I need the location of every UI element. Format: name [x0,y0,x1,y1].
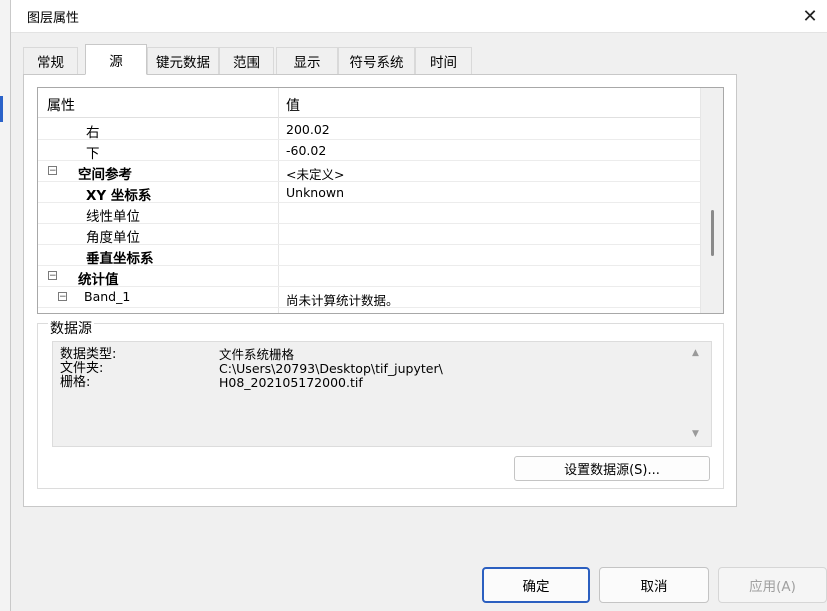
grid-header: 属性 值 [38,88,700,118]
datasource-value: 文件系统栅格 [219,347,295,362]
title-bar [11,0,827,32]
grid-row-statistics[interactable]: − 统计值 [38,266,700,288]
cancel-button[interactable]: 取消 [599,567,709,603]
property-name: 下 [86,146,100,162]
property-value: Unknown [286,185,345,200]
property-name: 垂直坐标系 [86,251,154,267]
scrollbar-thumb[interactable] [711,210,714,256]
tab-extent[interactable]: 范围 [219,47,274,74]
scroll-down-icon[interactable]: ▼ [692,429,699,439]
collapse-icon[interactable]: − [58,292,67,302]
property-name: 统计值 [78,272,119,288]
property-value: 200.02 [286,122,330,137]
property-name: XY 坐标系 [86,188,152,204]
property-name: 线性单位 [86,209,140,225]
grid-row-angular-unit[interactable]: 角度单位 [38,224,700,246]
grid-row-bottom[interactable]: 下 -60.02 [38,140,700,162]
header-value: 值 [286,98,300,114]
grid-scrollbar[interactable] [700,88,723,313]
datasource-value: C:\Users\20793\Desktop\tif_jupyter\ [219,361,443,376]
datasource-info-box[interactable]: 数据类型: 文件系统栅格 文件夹: C:\Users\20793\Desktop… [52,341,712,447]
tab-symbology[interactable]: 符号系统 [338,47,415,74]
grid-row-vertical-coordinate-system[interactable]: 垂直坐标系 [38,245,700,267]
tab-display[interactable]: 显示 [276,47,338,74]
close-button[interactable]: ✕ [795,2,825,30]
property-value: -60.02 [286,143,327,158]
set-datasource-button[interactable]: 设置数据源(S)... [514,456,710,481]
header-property: 属性 [47,98,75,114]
property-name: 角度单位 [86,230,140,246]
property-grid[interactable]: 属性 值 右 200.02 下 -60.02 − 空间参考 <未定义> XY 坐… [37,87,724,314]
tab-key-metadata[interactable]: 键元数据 [147,47,219,74]
datasource-value: H08_202105172000.tif [219,375,363,390]
tab-time[interactable]: 时间 [415,47,472,74]
collapse-icon[interactable]: − [48,166,57,176]
datasource-key: 文件夹: [60,361,104,376]
property-name: 空间参考 [78,167,132,183]
scroll-up-icon[interactable]: ▲ [692,348,699,358]
grid-row-spatial-reference[interactable]: − 空间参考 <未定义> [38,161,700,183]
apply-button[interactable]: 应用(A) [718,567,827,603]
datasource-key: 栅格: [60,375,91,390]
datasource-key: 数据类型: [60,347,117,362]
property-value: <未定义> [286,167,345,182]
grid-row-linear-unit[interactable]: 线性单位 [38,203,700,225]
collapse-icon[interactable]: − [48,271,57,281]
window-title: 图层属性 [27,11,80,26]
grid-row-band-1[interactable]: − Band_1 尚未计算统计数据。 [38,287,700,308]
background-window-strip [0,0,11,611]
grid-row-xy-coordinate-system[interactable]: XY 坐标系 Unknown [38,182,700,204]
tab-general[interactable]: 常规 [23,47,78,74]
property-name: 右 [86,125,100,141]
property-value: 尚未计算统计数据。 [286,293,399,308]
selection-marker [0,96,3,122]
ok-button[interactable]: 确定 [482,567,590,603]
property-name: Band_1 [84,289,131,304]
tab-source[interactable]: 源 [85,44,147,75]
grid-row-right[interactable]: 右 200.02 [38,119,700,141]
datasource-group-label: 数据源 [48,318,94,338]
close-icon: ✕ [802,5,818,27]
